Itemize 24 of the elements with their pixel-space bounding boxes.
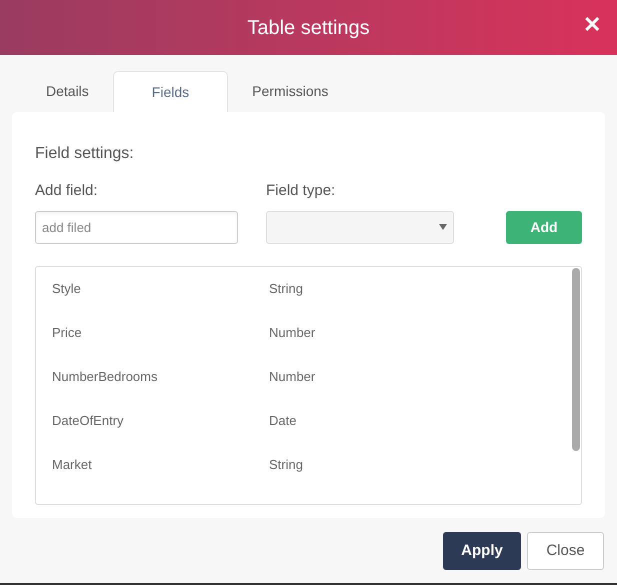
scrollbar[interactable] [572, 268, 580, 450]
field-name: Market [52, 456, 93, 474]
field-type: String [269, 456, 303, 474]
field-name: Style [52, 280, 82, 298]
window-title: Table settings [247, 16, 370, 40]
close-button[interactable]: Close [527, 532, 604, 570]
dropdown[interactable] [266, 210, 454, 244]
field-type: String [269, 280, 303, 298]
field-type: Date [269, 412, 296, 430]
tab[interactable]: Permissions [228, 71, 352, 112]
apply-button[interactable]: Apply [443, 532, 521, 570]
field-name: DateOfEntry [52, 412, 125, 430]
field-name: Price [52, 324, 83, 342]
tab[interactable]: Fields [112, 71, 228, 112]
section-heading: Field settings: [35, 144, 135, 164]
tab[interactable]: Details [22, 71, 113, 112]
field-name: NumberBedrooms [52, 368, 158, 386]
caret-icon [439, 224, 447, 230]
field-label: Add field: [35, 181, 99, 201]
input-field[interactable]: add filed [35, 210, 238, 244]
close-button[interactable]: ✕ [579, 10, 605, 40]
field-type: Number [269, 324, 316, 342]
field-label: Field type: [266, 181, 336, 201]
field-type: Number [269, 368, 316, 386]
